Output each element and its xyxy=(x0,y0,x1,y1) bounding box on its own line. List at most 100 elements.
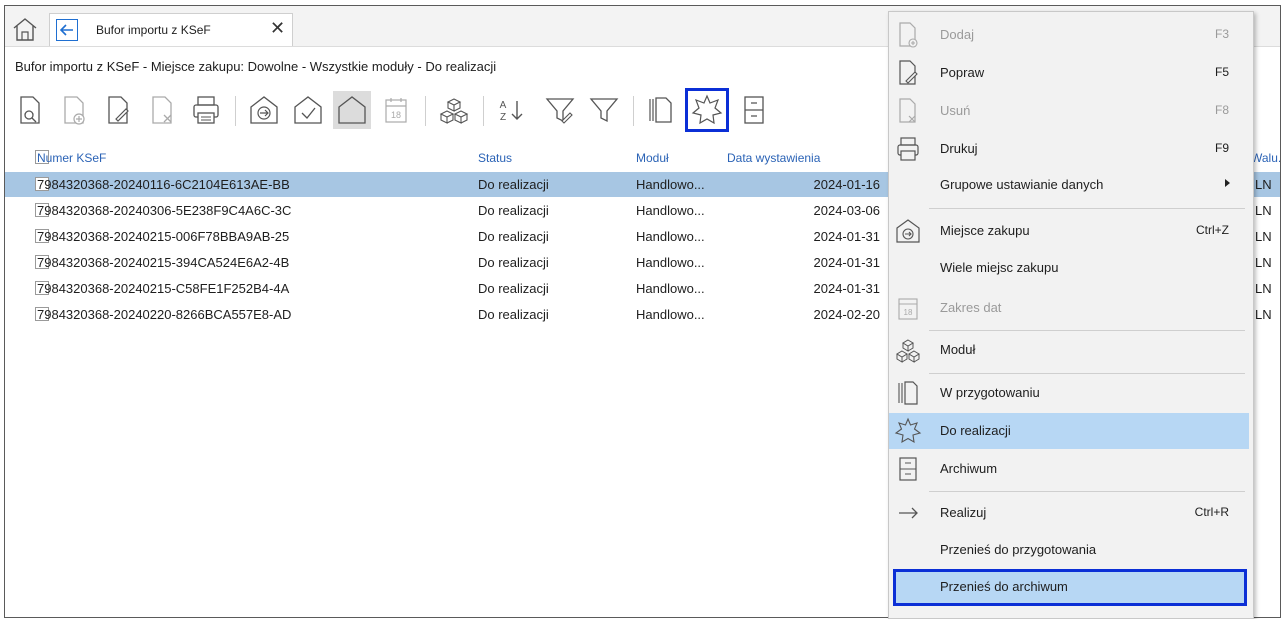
menu-separator xyxy=(929,373,1245,374)
archive-icon xyxy=(893,454,923,484)
add-document-icon[interactable] xyxy=(55,91,93,129)
sort-az-icon[interactable]: AZ xyxy=(491,91,529,129)
cell-date: 2024-01-31 xyxy=(813,229,881,244)
menu-item-label: Realizuj xyxy=(940,505,987,520)
cell-module: Handlowo... xyxy=(636,177,705,192)
tab-bufor-importu[interactable]: Bufor importu z KSeF ✕ xyxy=(49,13,293,46)
menu-item-label: Zakres dat xyxy=(940,300,1002,315)
home-icon[interactable] xyxy=(11,16,39,42)
toolbar-separator xyxy=(425,96,426,126)
cell-currency: LN xyxy=(1255,255,1272,270)
arrow-right-icon xyxy=(893,498,923,528)
in-preparation-icon[interactable] xyxy=(641,91,679,129)
menu-item-label: Archiwum xyxy=(940,461,998,476)
cell-module: Handlowo... xyxy=(636,307,705,322)
delete-document-icon xyxy=(893,96,923,126)
menu-item-shortcut: Ctrl+Z xyxy=(1196,223,1229,237)
menu-separator xyxy=(929,491,1245,492)
module-icon[interactable] xyxy=(435,91,473,129)
cell-currency: LN xyxy=(1255,307,1272,322)
menu-item-archive[interactable]: Archiwum xyxy=(889,451,1249,487)
menu-item-many-places[interactable]: Wiele miejsc zakupu xyxy=(889,250,1249,286)
menu-item-module[interactable]: Moduł xyxy=(889,332,1249,368)
cell-status: Do realizacji xyxy=(478,203,549,218)
cell-number: 7984320368-20240220-8266BCA557E8-AD xyxy=(37,307,292,322)
all-places-icon[interactable] xyxy=(333,91,371,129)
to-realize-icon xyxy=(893,416,923,446)
cell-status: Do realizacji xyxy=(478,307,549,322)
menu-item-date-range[interactable]: 18 Zakres dat xyxy=(889,290,1249,326)
cell-module: Handlowo... xyxy=(636,203,705,218)
filter-icon[interactable] xyxy=(585,91,623,129)
menu-item-move-to-preparation[interactable]: Przenieś do przygotowania xyxy=(889,532,1249,568)
menu-item-add[interactable]: Dodaj F3 xyxy=(889,17,1249,53)
menu-item-label: Moduł xyxy=(940,342,976,357)
toolbar-separator xyxy=(235,96,236,126)
many-places-icon[interactable] xyxy=(289,91,327,129)
column-header-number[interactable]: Numer KSeF xyxy=(37,151,106,165)
cell-number: 7984320368-20240215-006F78BBA9AB-25 xyxy=(37,229,290,244)
cell-date: 2024-01-16 xyxy=(813,177,881,192)
menu-item-label: Wiele miejsc zakupu xyxy=(940,260,1059,275)
to-realize-icon[interactable] xyxy=(685,88,729,132)
cell-date: 2024-02-20 xyxy=(813,307,881,322)
cell-date: 2024-01-31 xyxy=(813,255,881,270)
calendar-icon: 18 xyxy=(893,293,923,323)
cell-date: 2024-03-06 xyxy=(813,203,881,218)
module-icon xyxy=(893,335,923,365)
menu-item-label: Przenieś do przygotowania xyxy=(940,542,1097,557)
edit-document-icon xyxy=(893,58,923,88)
menu-separator xyxy=(929,330,1245,331)
menu-item-move-to-archive[interactable]: Przenieś do archiwum xyxy=(893,569,1247,606)
cell-currency: LN xyxy=(1255,229,1272,244)
cell-status: Do realizacji xyxy=(478,229,549,244)
menu-item-group-set[interactable]: Grupowe ustawianie danych xyxy=(889,167,1249,203)
menu-item-in-preparation[interactable]: W przygotowaniu xyxy=(889,375,1249,411)
menu-item-label: Do realizacji xyxy=(940,423,1011,438)
filter-edit-icon[interactable] xyxy=(541,91,579,129)
menu-item-label: Usuń xyxy=(940,103,971,118)
menu-item-label: W przygotowaniu xyxy=(940,385,1040,400)
menu-item-label: Popraw xyxy=(940,65,985,80)
print-icon[interactable] xyxy=(187,91,225,129)
menu-item-label: Grupowe ustawianie danych xyxy=(940,177,1104,192)
calendar-icon[interactable]: 18 xyxy=(377,91,415,129)
calendar-day-label: 18 xyxy=(904,308,913,317)
menu-item-label: Miejsce zakupu xyxy=(940,223,1030,238)
menu-item-realize[interactable]: Realizuj Ctrl+R xyxy=(889,495,1249,531)
menu-item-label: Drukuj xyxy=(940,141,978,156)
cell-module: Handlowo... xyxy=(636,255,705,270)
toolbar-separator xyxy=(633,96,634,126)
column-header-date[interactable]: Data wystawienia xyxy=(727,151,820,165)
print-icon xyxy=(893,134,923,164)
archive-icon[interactable] xyxy=(735,91,773,129)
purchase-place-icon[interactable] xyxy=(245,91,283,129)
sort-z-label: Z xyxy=(500,112,506,123)
cell-number: 7984320368-20240306-5E238F9C4A6C-3C xyxy=(37,203,292,218)
menu-item-label: Dodaj xyxy=(940,27,974,42)
purchase-place-icon xyxy=(893,216,923,246)
menu-item-shortcut: Ctrl+R xyxy=(1194,505,1229,519)
back-arrow-icon[interactable] xyxy=(56,19,78,41)
column-header-module[interactable]: Moduł xyxy=(636,151,669,165)
close-icon[interactable]: ✕ xyxy=(270,18,285,39)
toolbar-separator xyxy=(483,96,484,126)
cell-currency: LN xyxy=(1255,281,1272,296)
menu-item-purchase-place[interactable]: Miejsce zakupu Ctrl+Z xyxy=(889,213,1249,249)
menu-item-to-realize[interactable]: Do realizacji xyxy=(889,413,1249,449)
menu-separator xyxy=(929,208,1245,209)
menu-item-edit[interactable]: Popraw F5 xyxy=(889,55,1249,91)
column-header-status[interactable]: Status xyxy=(478,151,512,165)
preview-document-icon[interactable] xyxy=(11,91,49,129)
menu-item-print[interactable]: Drukuj F9 xyxy=(889,131,1249,167)
tab-label: Bufor importu z KSeF xyxy=(96,23,211,37)
calendar-day-label: 18 xyxy=(391,110,401,120)
delete-document-icon[interactable] xyxy=(143,91,181,129)
menu-item-delete[interactable]: Usuń F8 xyxy=(889,93,1249,129)
column-header-currency[interactable]: Walu... xyxy=(1251,151,1280,165)
cell-number: 7984320368-20240215-394CA524E6A2-4B xyxy=(37,255,290,270)
view-subtitle: Bufor importu z KSeF - Miejsce zakupu: D… xyxy=(15,59,497,74)
cell-number: 7984320368-20240116-6C2104E613AE-BB xyxy=(37,177,290,192)
edit-document-icon[interactable] xyxy=(99,91,137,129)
menu-item-label: Przenieś do archiwum xyxy=(940,579,1068,594)
